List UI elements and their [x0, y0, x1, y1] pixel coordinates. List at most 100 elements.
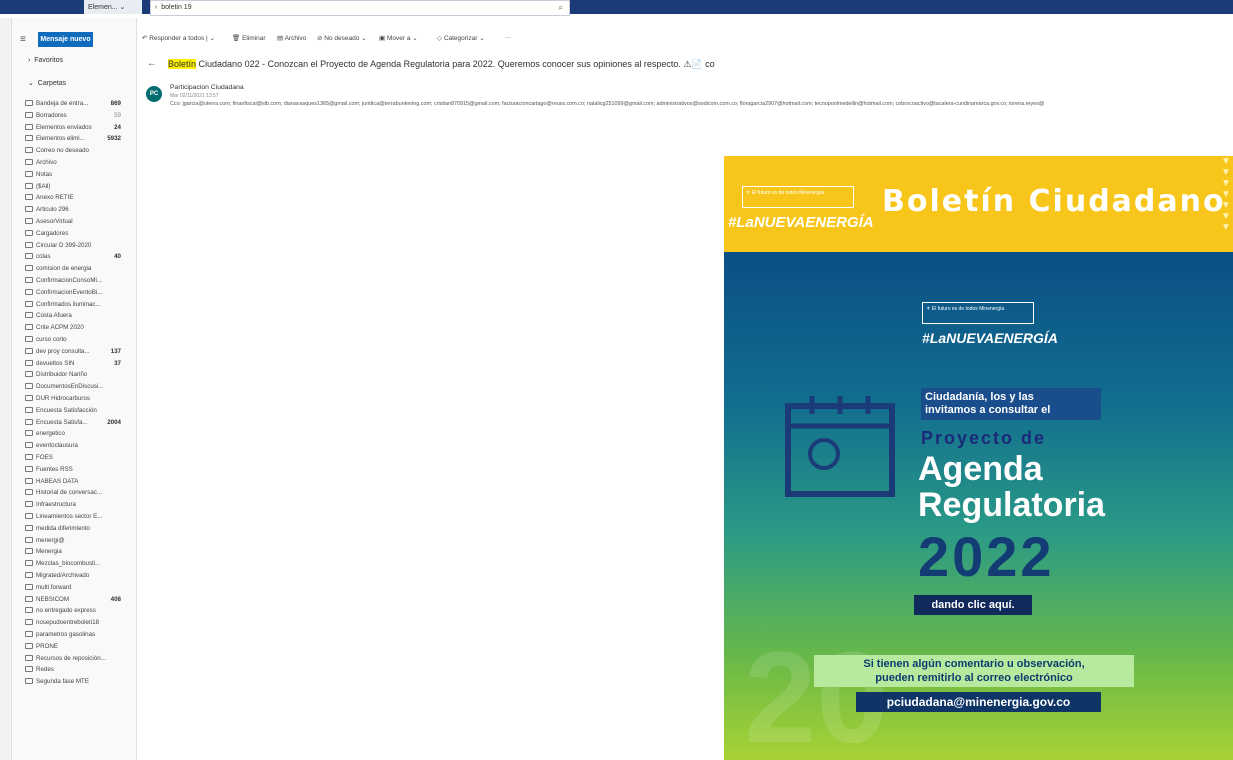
banner-body: 20 ⚜ El futuro es de todos Minenergía #L…	[724, 252, 1233, 760]
junk-button[interactable]: ⊘ No deseado ⌄	[317, 34, 367, 42]
folder-item[interactable]: Notas	[25, 170, 133, 182]
newsletter-banner[interactable]: ⚜ El futuro es de todos Minenergía #LaNU…	[724, 156, 1233, 760]
folder-item[interactable]: menergi@	[25, 536, 133, 548]
folder-item[interactable]: Segunda fase MTE	[25, 678, 133, 689]
click-here-link[interactable]: dando clic aquí.	[914, 595, 1032, 615]
folder-item[interactable]: Menergia	[25, 548, 133, 559]
more-button[interactable]: ···	[505, 34, 512, 41]
folder-item[interactable]: Migrated/Archivado	[25, 572, 133, 583]
folder-item[interactable]: dev proy consulta... 137	[25, 347, 133, 359]
folder-item[interactable]: eventoclausura	[25, 442, 133, 453]
folder-item[interactable]: HABEAS DATA	[25, 477, 133, 489]
folder-item[interactable]: ConfirmacionConsoMi...	[25, 277, 133, 288]
folder-item[interactable]: Borradores 59	[25, 111, 133, 123]
folder-icon	[25, 218, 33, 224]
hamburger-icon[interactable]: ≡	[20, 34, 26, 45]
folder-label: medida diferimiento	[36, 524, 90, 532]
search-input[interactable]: ‹ boletin 19 ⌕	[150, 0, 570, 16]
folder-item[interactable]: ($All)	[25, 182, 133, 194]
avatar[interactable]: PC	[146, 86, 162, 102]
back-arrow-icon[interactable]: ←	[147, 58, 157, 69]
folder-item[interactable]: AsesorVirtual	[25, 218, 133, 229]
folder-item[interactable]: PRONE	[25, 642, 133, 654]
folder-item[interactable]: Redes	[25, 666, 133, 677]
folder-item[interactable]: Elementos enviados 24	[25, 123, 133, 135]
folder-label: Archivo	[36, 159, 57, 166]
folder-label: parametros gasolinas	[36, 631, 96, 638]
folder-item[interactable]: medida diferimiento	[25, 524, 133, 536]
folder-item[interactable]: colas 40	[25, 253, 133, 264]
new-mail-button[interactable]: Mensaje nuevo	[38, 32, 93, 47]
folder-item[interactable]: Historial de conversac...	[25, 489, 133, 500]
contact-email-link[interactable]: pciudadana@minenergia.gov.co	[856, 692, 1101, 712]
folder-item[interactable]: Circular D 399-2020	[25, 241, 133, 253]
folder-label: Encuesta Satisfacción	[36, 406, 97, 414]
folder-label: PRONE	[36, 642, 59, 650]
sender-name[interactable]: Participacion Ciudadana	[170, 84, 244, 91]
folder-label: Circular D 399-2020	[36, 241, 92, 249]
categorize-button[interactable]: ◇ Categorizar ⌄	[437, 34, 485, 42]
folders-header[interactable]: ⌄ Carpetas	[28, 79, 66, 87]
folder-label: Correo no deseado	[36, 147, 89, 155]
folder-item[interactable]: Confirmados iluminac...	[25, 300, 133, 312]
folder-item[interactable]: energetico	[25, 430, 133, 441]
folders-label: Carpetas	[37, 80, 67, 87]
folder-item[interactable]: Fuentes RSS	[25, 465, 133, 477]
folder-item[interactable]: devueltos SIN 37	[25, 359, 133, 371]
folder-item[interactable]: DocumentosEnDiscusi...	[25, 383, 133, 394]
folder-item[interactable]: curso corto	[25, 336, 133, 347]
folder-label: FOES	[36, 454, 53, 461]
folder-item[interactable]: Mezclas_biocombusti...	[25, 560, 133, 571]
folder-item[interactable]: multi forward	[25, 583, 133, 595]
folder-item[interactable]: Crite ACPM 2020	[25, 324, 133, 335]
junk-label: No deseado	[324, 35, 360, 42]
folder-icon	[25, 442, 33, 449]
folder-item[interactable]: Articulo 296	[25, 206, 133, 217]
folder-item[interactable]: Archivo	[25, 159, 133, 170]
folder-item[interactable]: FOES	[25, 454, 133, 465]
folder-item[interactable]: Correo no deseado	[25, 147, 133, 158]
move-to-button[interactable]: ▣ Mover a ⌄	[379, 34, 418, 42]
folder-item[interactable]: parametros gasolinas	[25, 631, 133, 642]
folder-item[interactable]: ConfirmacionEventoBi...	[25, 288, 133, 300]
search-value: boletin 19	[161, 4, 192, 11]
folder-item[interactable]: Bandeja de entra... 869	[25, 100, 133, 111]
folder-label: Encuesta Satisfa...	[36, 418, 88, 426]
folder-item[interactable]: Recursos de reposición...	[25, 654, 133, 666]
folder-icon	[25, 347, 33, 354]
folder-label: Fuentes RSS	[36, 465, 73, 473]
folder-label: AsesorVirtual	[36, 218, 73, 225]
folder-item[interactable]: Lineamientos sector E...	[25, 513, 133, 524]
folder-label: multi forward	[36, 583, 72, 591]
minenergia-logo: ⚜ El futuro es de todos Minenergía	[742, 186, 854, 208]
folder-item[interactable]: Distribuidor Nariño	[25, 371, 133, 382]
folder-item[interactable]: nosepudoentreboleti18	[25, 619, 133, 630]
delete-button[interactable]: 🗑 Eliminar	[232, 34, 266, 42]
search-icon[interactable]: ⌕	[559, 3, 563, 13]
folder-item[interactable]: Anexo RETIE	[25, 194, 133, 205]
comment-line-2: pueden remitirlo al correo electrónico	[875, 672, 1073, 684]
folder-item[interactable]: Costa Afuera	[25, 312, 133, 323]
folder-item[interactable]: DUR Hidrocarburos	[25, 395, 133, 406]
folder-icon	[25, 336, 33, 342]
folder-scope-dropdown[interactable]: Elemen... ⌄	[84, 0, 142, 14]
reply-all-button[interactable]: ↶ Responder a todos | ⌄	[142, 34, 215, 42]
folder-item[interactable]: no entregado express	[25, 607, 133, 618]
folder-item[interactable]: comision de energia	[25, 265, 133, 276]
favorites-header[interactable]: › Favoritos	[28, 57, 63, 64]
folder-label: Articulo 296	[36, 206, 69, 214]
folder-icon	[25, 300, 33, 307]
folder-item[interactable]: Elementos elimi... 5932	[25, 135, 133, 146]
folder-label: Mezclas_biocombusti...	[36, 560, 101, 568]
folder-item[interactable]: Encuesta Satisfa... 2004	[25, 418, 133, 430]
folder-label: DocumentosEnDiscusi...	[36, 383, 104, 391]
archive-button[interactable]: ▤ Archivo	[277, 34, 306, 42]
folder-item[interactable]: NEBSICOM 408	[25, 595, 133, 607]
year-text: 2022	[918, 525, 1055, 588]
folder-item[interactable]: Infraestructura	[25, 501, 133, 512]
folder-item[interactable]: Cargadores	[25, 229, 133, 241]
folder-icon	[25, 324, 33, 331]
folder-icon	[25, 123, 33, 130]
watermark-year: 20	[744, 624, 889, 760]
folder-item[interactable]: Encuesta Satisfacción	[25, 406, 133, 418]
